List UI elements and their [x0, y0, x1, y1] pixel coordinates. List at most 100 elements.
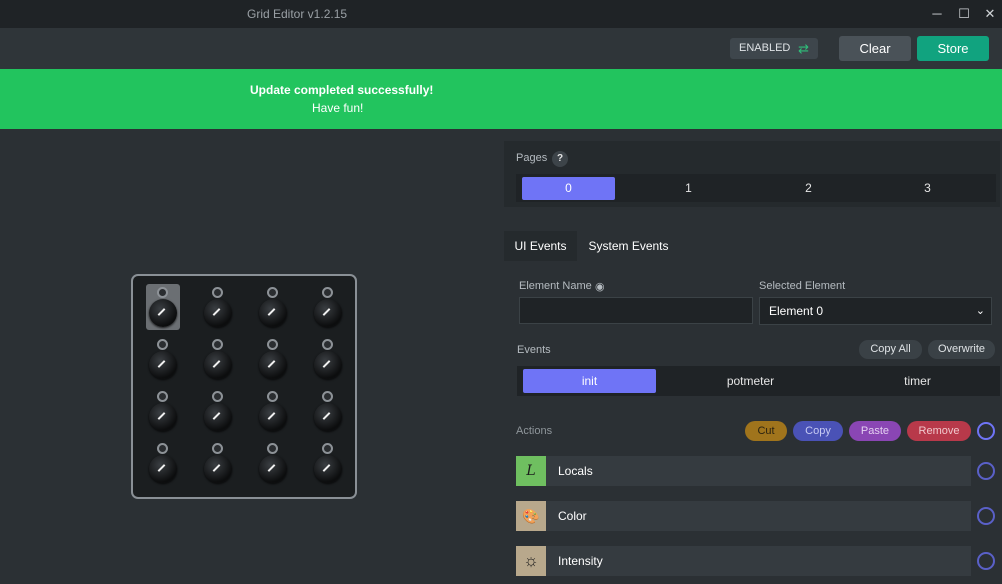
knob-element[interactable]	[201, 284, 235, 330]
page-tab-1[interactable]: 1	[642, 177, 735, 200]
knob-element[interactable]	[311, 388, 345, 434]
page-tab-2[interactable]: 2	[762, 177, 855, 200]
potentiometer-knob[interactable]	[259, 351, 287, 379]
led-indicator	[157, 391, 168, 402]
knob-element[interactable]	[256, 440, 290, 486]
potentiometer-knob[interactable]	[149, 455, 177, 483]
led-indicator	[267, 287, 278, 298]
enabled-label: ENABLED	[739, 42, 791, 54]
potentiometer-knob[interactable]	[204, 455, 232, 483]
selected-element-select[interactable]: Element 0 ⌄	[759, 297, 992, 325]
overwrite-button[interactable]: Overwrite	[928, 340, 995, 359]
pages-label: Pages	[516, 152, 548, 164]
maximize-icon[interactable]: ☐	[953, 4, 975, 24]
selected-element-label: Selected Element	[759, 280, 846, 292]
window-title: Grid Editor v1.2.15	[247, 7, 348, 21]
banner-subtitle: Have fun!	[312, 101, 364, 115]
led-indicator	[322, 339, 333, 350]
minimize-icon[interactable]: ─	[926, 4, 948, 24]
event-selector: init potmeter timer	[517, 366, 1000, 396]
knob-element[interactable]	[311, 440, 345, 486]
potentiometer-knob[interactable]	[259, 455, 287, 483]
eye-icon[interactable]: ◉	[595, 280, 605, 293]
led-indicator	[212, 287, 223, 298]
page-tab-3[interactable]: 3	[881, 177, 974, 200]
led-indicator	[212, 391, 223, 402]
knob-element[interactable]	[146, 336, 180, 382]
potentiometer-knob[interactable]	[149, 299, 177, 327]
page-tab-0[interactable]: 0	[522, 177, 615, 200]
knob-element[interactable]	[146, 388, 180, 434]
knob-element[interactable]	[311, 336, 345, 382]
knob-element[interactable]	[201, 388, 235, 434]
knob-element[interactable]	[256, 336, 290, 382]
knob-element[interactable]	[256, 388, 290, 434]
paste-button[interactable]: Paste	[849, 421, 901, 441]
knob-element[interactable]	[201, 440, 235, 486]
cut-button[interactable]: Cut	[745, 421, 787, 441]
knob-element[interactable]	[146, 440, 180, 486]
led-indicator	[322, 443, 333, 454]
potentiometer-knob[interactable]	[314, 351, 342, 379]
action-checkbox[interactable]	[977, 552, 995, 570]
action-name: Locals	[558, 464, 593, 478]
help-icon[interactable]: ?	[552, 151, 568, 167]
chevron-down-icon: ⌄	[975, 305, 985, 317]
clear-button[interactable]: Clear	[839, 36, 911, 61]
potentiometer-knob[interactable]	[314, 403, 342, 431]
sun-icon: ☼	[516, 546, 546, 576]
potentiometer-knob[interactable]	[259, 299, 287, 327]
ui-events-body: Element Name ◉ Selected Element Element …	[504, 261, 1000, 584]
knob-element[interactable]	[201, 336, 235, 382]
banner-title: Update completed successfully!	[250, 83, 434, 97]
knob-element[interactable]	[311, 284, 345, 330]
enabled-toggle-button[interactable]: ENABLED ⇄	[730, 38, 818, 59]
potentiometer-knob[interactable]	[204, 351, 232, 379]
led-indicator	[267, 339, 278, 350]
tab-ui-events[interactable]: UI Events	[504, 231, 577, 261]
action-row-color[interactable]: 🎨 Color	[516, 501, 971, 531]
element-name-input[interactable]	[519, 297, 753, 324]
toolbar: ENABLED ⇄ Clear Store	[0, 28, 1002, 69]
copy-button[interactable]: Copy	[793, 421, 843, 441]
potentiometer-knob[interactable]	[149, 403, 177, 431]
led-indicator	[267, 391, 278, 402]
element-name-label: Element Name	[519, 280, 592, 292]
led-indicator	[267, 443, 278, 454]
action-checkbox[interactable]	[977, 462, 995, 480]
event-tab-potmeter[interactable]: potmeter	[684, 369, 817, 393]
close-icon[interactable]: ✕	[979, 4, 1001, 24]
pages-section: Pages ? 0 1 2 3	[504, 141, 1000, 207]
potentiometer-knob[interactable]	[314, 455, 342, 483]
potentiometer-knob[interactable]	[149, 351, 177, 379]
event-tab-timer[interactable]: timer	[851, 369, 984, 393]
palette-icon: 🎨	[516, 501, 546, 531]
remove-button[interactable]: Remove	[907, 421, 971, 441]
led-indicator	[157, 287, 168, 298]
potentiometer-knob[interactable]	[259, 403, 287, 431]
select-all-checkbox[interactable]	[977, 422, 995, 440]
potentiometer-knob[interactable]	[204, 299, 232, 327]
led-indicator	[212, 339, 223, 350]
action-row-intensity[interactable]: ☼ Intensity	[516, 546, 971, 576]
action-checkbox[interactable]	[977, 507, 995, 525]
led-indicator	[157, 443, 168, 454]
grid-module[interactable]	[131, 274, 357, 499]
events-label: Events	[517, 344, 551, 356]
led-indicator	[322, 391, 333, 402]
led-indicator	[212, 443, 223, 454]
tab-system-events[interactable]: System Events	[583, 231, 674, 261]
knob-element[interactable]	[146, 284, 180, 330]
page-selector: 0 1 2 3	[516, 174, 996, 202]
potentiometer-knob[interactable]	[204, 403, 232, 431]
event-tab-init[interactable]: init	[523, 369, 656, 393]
knob-element[interactable]	[256, 284, 290, 330]
copy-all-button[interactable]: Copy All	[859, 340, 922, 359]
action-row-locals[interactable]: L Locals	[516, 456, 971, 486]
event-category-tabs: UI Events System Events	[503, 231, 1002, 261]
locals-icon: L	[516, 456, 546, 486]
update-banner: Update completed successfully! Have fun!	[0, 69, 1002, 129]
led-indicator	[322, 287, 333, 298]
potentiometer-knob[interactable]	[314, 299, 342, 327]
store-button[interactable]: Store	[917, 36, 989, 61]
